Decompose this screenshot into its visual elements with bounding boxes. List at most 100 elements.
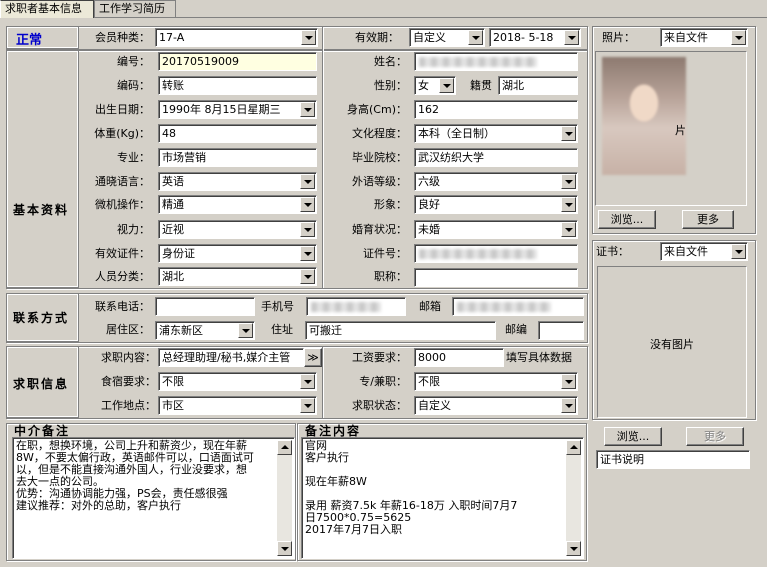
certificate-number-field[interactable] [414, 244, 578, 263]
computer-skill-value: 精通 [162, 198, 184, 211]
chevron-down-icon[interactable] [439, 78, 454, 93]
validity-date-value: 2018- 5-18 [493, 31, 554, 44]
chevron-down-icon[interactable] [731, 30, 746, 45]
address-field[interactable]: 可搬迁 [305, 321, 496, 340]
name-field[interactable] [414, 52, 578, 71]
salary-hint: 填写具体数据 [506, 351, 572, 364]
marital-select[interactable]: 未婚 [414, 220, 578, 239]
photo-source-select[interactable]: 来自文件 [660, 28, 748, 47]
vision-value: 近视 [162, 223, 184, 236]
id-field[interactable]: 20170519009 [158, 52, 317, 71]
birth-date-picker[interactable]: 1990年 8月15日星期三 [158, 100, 317, 119]
work-location-value: 市区 [162, 399, 184, 412]
school-field[interactable]: 武汉纺织大学 [414, 148, 578, 167]
photo-more-button[interactable]: 更多 [682, 210, 734, 229]
chevron-down-icon[interactable] [301, 30, 316, 45]
chevron-down-icon[interactable] [300, 222, 315, 237]
language-level-select[interactable]: 六级 [414, 172, 578, 191]
validity-date-picker[interactable]: 2018- 5-18 [489, 28, 581, 47]
membership-type-select[interactable]: 17-A [155, 28, 318, 47]
job-status-value: 自定义 [418, 399, 451, 412]
phone-field[interactable] [155, 297, 255, 316]
certificate-type-select[interactable]: 身份证 [158, 244, 317, 263]
computer-skill-select[interactable]: 精通 [158, 195, 317, 214]
certificate-source-select[interactable]: 来自文件 [660, 242, 748, 261]
native-place-field[interactable]: 湖北 [498, 76, 578, 95]
vision-select[interactable]: 近视 [158, 220, 317, 239]
certificate-source-value: 来自文件 [664, 245, 708, 258]
remarks-line: 客户执行 [305, 451, 349, 464]
scroll-up-icon[interactable] [566, 440, 581, 455]
chevron-down-icon[interactable] [238, 323, 253, 338]
certificate-description-field[interactable]: 证书说明 [596, 450, 750, 469]
code-field[interactable]: 转账 [158, 76, 317, 95]
board-select[interactable]: 不限 [158, 372, 317, 391]
chevron-down-icon[interactable] [564, 30, 579, 45]
chevron-down-icon[interactable] [300, 102, 315, 117]
photo-source-value: 来自文件 [664, 31, 708, 44]
work-location-select[interactable]: 市区 [158, 396, 317, 415]
chevron-down-icon[interactable] [731, 244, 746, 259]
computer-skill-label: 微机操作： [95, 198, 150, 211]
certificate-type-label: 有效证件： [95, 247, 150, 260]
salary-field[interactable]: 8000 [414, 348, 504, 367]
agency-notes-textarea[interactable]: 在职，想换环境，公司上升和薪资少，现在年薪 8W，不要太偏行政，英语邮件可以，口语… [12, 437, 295, 559]
tab-resume[interactable]: 工作学习简历 [94, 0, 176, 17]
title-field[interactable] [414, 268, 578, 287]
education-select[interactable]: 本科（全日制） [414, 124, 578, 143]
chevron-down-icon[interactable] [561, 398, 576, 413]
job-title: 求职信息 [13, 377, 70, 391]
person-category-select[interactable]: 湖北 [158, 267, 317, 286]
status-text: 正常 [16, 33, 43, 48]
education-value: 本科（全日制） [418, 127, 495, 140]
certificate-frame[interactable]: 没有图片 [597, 266, 747, 418]
chevron-down-icon[interactable] [300, 398, 315, 413]
email-field[interactable] [452, 297, 584, 316]
photo-browse-button[interactable]: 浏览... [598, 210, 656, 229]
zip-field[interactable] [538, 321, 584, 340]
chevron-down-icon[interactable] [561, 197, 576, 212]
chevron-down-icon[interactable] [468, 30, 483, 45]
mobile-field[interactable] [306, 297, 406, 316]
district-select[interactable]: 浦东新区 [155, 321, 255, 340]
parttime-value: 不限 [418, 375, 440, 388]
chevron-down-icon[interactable] [300, 269, 315, 284]
chevron-down-icon[interactable] [300, 174, 315, 189]
tab-basic-info[interactable]: 求职者基本信息 [0, 0, 94, 18]
remarks-textarea[interactable]: 官网 客户执行 现在年薪8W 录用 薪资7.5k 年薪16-18万 入职时间7月7 日7… [301, 437, 584, 559]
board-label: 食宿要求： [101, 375, 156, 388]
remarks-scrollbar[interactable] [566, 440, 581, 556]
remarks-line: 现在年薪8W [305, 475, 367, 488]
chevron-down-icon[interactable] [300, 246, 315, 261]
parttime-select[interactable]: 不限 [414, 372, 578, 391]
weight-field[interactable]: 48 [158, 124, 317, 143]
certificate-browse-button[interactable]: 浏览... [604, 427, 662, 446]
scroll-up-icon[interactable] [277, 440, 292, 455]
height-field[interactable]: 162 [414, 100, 578, 119]
photo-frame[interactable]: 片 [595, 51, 747, 206]
major-field[interactable]: 市场营销 [158, 148, 317, 167]
chevron-down-icon[interactable] [300, 197, 315, 212]
chevron-down-icon[interactable] [561, 374, 576, 389]
name-label: 姓名： [374, 55, 407, 68]
board-value: 不限 [162, 375, 184, 388]
language-select[interactable]: 英语 [158, 172, 317, 191]
agency-notes-scrollbar[interactable] [277, 440, 292, 556]
chevron-down-icon[interactable] [300, 374, 315, 389]
scroll-down-icon[interactable] [566, 541, 581, 556]
gender-select[interactable]: 女 [414, 76, 456, 95]
job-status-label: 求职状态： [352, 399, 407, 412]
validity-mode-select[interactable]: 自定义 [409, 28, 485, 47]
agency-notes-text: 在职，想换环境，公司上升和薪资少，现在年薪 8W，不要太偏行政，英语邮件可以，口语… [16, 440, 291, 512]
chevron-down-icon[interactable] [561, 126, 576, 141]
job-content-field[interactable]: 总经理助理/秘书,媒介主管 [158, 348, 304, 367]
major-label: 专业： [117, 151, 150, 164]
job-content-more-button[interactable]: ≫ [304, 348, 322, 367]
scroll-down-icon[interactable] [277, 541, 292, 556]
chevron-down-icon[interactable] [561, 174, 576, 189]
parttime-label: 专/兼职： [359, 375, 407, 388]
address-label: 住址 [271, 323, 293, 336]
job-status-select[interactable]: 自定义 [414, 396, 578, 415]
appearance-select[interactable]: 良好 [414, 195, 578, 214]
chevron-down-icon[interactable] [561, 222, 576, 237]
